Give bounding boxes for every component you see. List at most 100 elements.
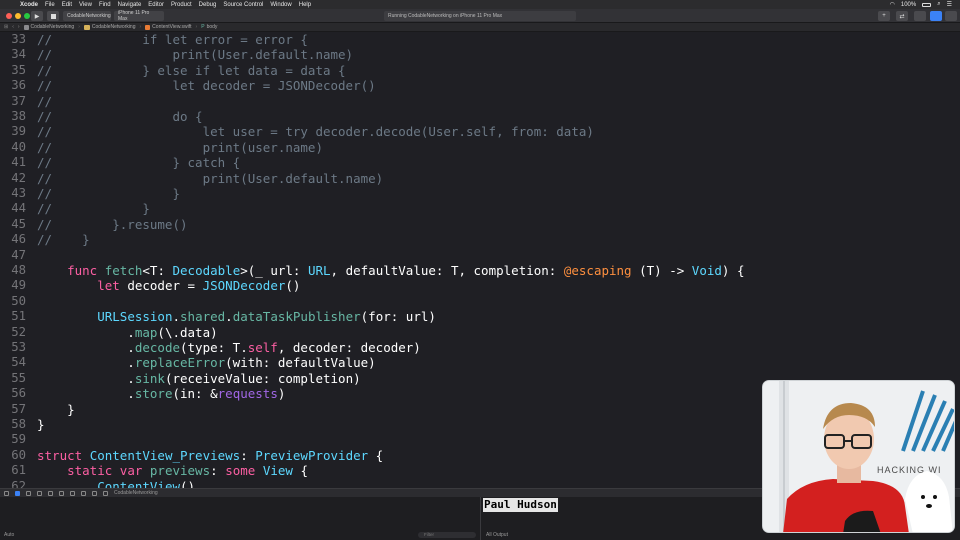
code-line[interactable]: 41 // } catch { [0, 155, 960, 170]
code-line[interactable]: 33 // if let error = error { [0, 32, 960, 47]
control-center-icon[interactable]: ☰ [947, 1, 952, 8]
library-button[interactable]: + [878, 11, 890, 21]
code-line[interactable]: 37 // [0, 94, 960, 109]
status-area: ◠ 100% ⌕ ☰ [890, 0, 952, 9]
breadcrumb-folder[interactable]: CodableNetworking [83, 24, 136, 30]
code-line[interactable]: 36 // let decoder = JSONDecoder() [0, 78, 960, 93]
pane-divider[interactable] [480, 497, 481, 540]
location-icon[interactable] [103, 490, 108, 496]
code-line[interactable]: 48 func fetch<T: Decodable>(_ url: URL, … [0, 263, 960, 278]
code-line[interactable]: 34 // print(User.default.name) [0, 47, 960, 62]
menu-help[interactable]: Help [299, 2, 311, 8]
code-review-button[interactable]: ⇄ [896, 11, 908, 21]
line-number: 41 [11, 155, 26, 170]
code-token: let [97, 278, 120, 294]
code-token: // } [37, 232, 90, 248]
pause-icon[interactable] [26, 490, 31, 496]
toggle-debug-area-button[interactable] [930, 11, 942, 21]
menu-xcode[interactable]: Xcode [20, 2, 38, 8]
code-line[interactable]: 52 .map(\.data) [0, 325, 960, 340]
view-hierarchy-icon[interactable] [70, 490, 75, 496]
code-line[interactable]: 38 // do { [0, 109, 960, 124]
menu-view[interactable]: View [79, 2, 92, 8]
menu-file[interactable]: File [45, 2, 55, 8]
menu-navigate[interactable]: Navigate [118, 2, 142, 8]
battery-level[interactable]: 100% [901, 2, 916, 8]
code-token: // } [37, 186, 180, 201]
related-items-icon[interactable]: ⊞ [4, 24, 8, 30]
code-line[interactable]: 50 [0, 294, 960, 309]
zoom-window-button[interactable] [24, 13, 30, 19]
memory-graph-icon[interactable] [81, 490, 86, 496]
code-token: // } catch { [37, 155, 241, 171]
code-line[interactable]: 47 [0, 248, 960, 263]
code-line[interactable]: 42 // print(User.default.name) [0, 171, 960, 186]
code-token: // print(User.default.name) [37, 47, 354, 63]
code-token: store [134, 386, 173, 402]
environment-overrides-icon[interactable] [92, 490, 97, 496]
step-out-icon[interactable] [59, 490, 64, 496]
play-icon: ▶ [34, 13, 40, 20]
code-token: func [67, 263, 98, 278]
line-number: 56 [11, 386, 26, 401]
speaker-caption: Paul Hudson [483, 498, 558, 512]
console-output-selector[interactable]: All Output [486, 532, 508, 538]
line-number: 58 [11, 417, 26, 431]
menu-debug[interactable]: Debug [199, 2, 217, 8]
run-button[interactable]: ▶ [31, 11, 43, 21]
menu-product[interactable]: Product [171, 2, 192, 8]
breadcrumb-symbol[interactable]: Pbody [201, 24, 217, 30]
spotlight-icon[interactable]: ⌕ [937, 1, 940, 8]
battery-icon[interactable] [922, 2, 932, 7]
code-token: shared [180, 309, 226, 325]
scheme-selector[interactable]: CodableNetworking [63, 11, 111, 21]
code-token: View [262, 463, 293, 479]
breakpoints-toggle-icon[interactable] [15, 490, 20, 496]
code-line[interactable]: 43 // } [0, 186, 960, 201]
code-line[interactable]: 49 let decoder = JSONDecoder() [0, 278, 960, 293]
breadcrumb-project[interactable]: CodableNetworking [23, 24, 74, 30]
hide-debug-area-icon[interactable] [4, 490, 9, 496]
code-text: // } catch { [37, 155, 240, 170]
code-line[interactable]: 39 // let user = try decoder.decode(User.… [0, 124, 960, 139]
line-number: 45 [11, 216, 26, 231]
code-token: replaceError [134, 355, 226, 371]
console-bottom-bar: All Output [486, 531, 508, 539]
code-token: sink [134, 370, 165, 386]
menu-find[interactable]: Find [99, 2, 111, 8]
step-over-icon[interactable] [37, 490, 42, 496]
code-text: .store(in: &requests) [37, 386, 285, 401]
forward-button[interactable]: › [18, 24, 20, 30]
code-line[interactable]: 51 URLSession.shared.dataTaskPublisher(f… [0, 309, 960, 324]
code-line[interactable]: 45 // }.resume() [0, 217, 960, 232]
folder-icon [83, 24, 90, 30]
code-line[interactable]: 46 // } [0, 232, 960, 247]
toggle-inspector-button[interactable] [945, 11, 957, 21]
stop-button[interactable] [47, 11, 59, 21]
code-token: (for: url) [360, 309, 436, 325]
minimize-window-button[interactable] [15, 13, 21, 19]
variables-bottom-bar: Auto [4, 531, 14, 539]
code-token: PreviewProvider [255, 447, 369, 463]
code-line[interactable]: 44 // } [0, 201, 960, 216]
menu-window[interactable]: Window [270, 2, 291, 8]
variables-filter-input[interactable]: Filter [418, 532, 476, 538]
menu-editor[interactable]: Editor [148, 2, 164, 8]
step-in-icon[interactable] [48, 490, 53, 496]
code-line[interactable]: 54 .replaceError(with: defaultValue) [0, 355, 960, 370]
device-selector[interactable]: iPhone 11 Pro Max [114, 10, 164, 22]
close-window-button[interactable] [6, 13, 12, 19]
code-line[interactable]: 40 // print(user.name) [0, 140, 960, 155]
code-token: some [225, 463, 256, 479]
menu-source-control[interactable]: Source Control [223, 2, 263, 8]
menu-edit[interactable]: Edit [62, 2, 72, 8]
variables-mode-selector[interactable]: Auto [4, 532, 14, 538]
wifi-icon[interactable]: ◠ [890, 1, 895, 8]
breadcrumb-file[interactable]: ContentView.swift [145, 24, 192, 30]
back-button[interactable]: ‹ [12, 24, 14, 30]
code-line[interactable]: 35 // } else if let data = data { [0, 63, 960, 78]
toggle-navigator-button[interactable] [914, 11, 926, 21]
code-line[interactable]: 53 .decode(type: T.self, decoder: decode… [0, 340, 960, 355]
